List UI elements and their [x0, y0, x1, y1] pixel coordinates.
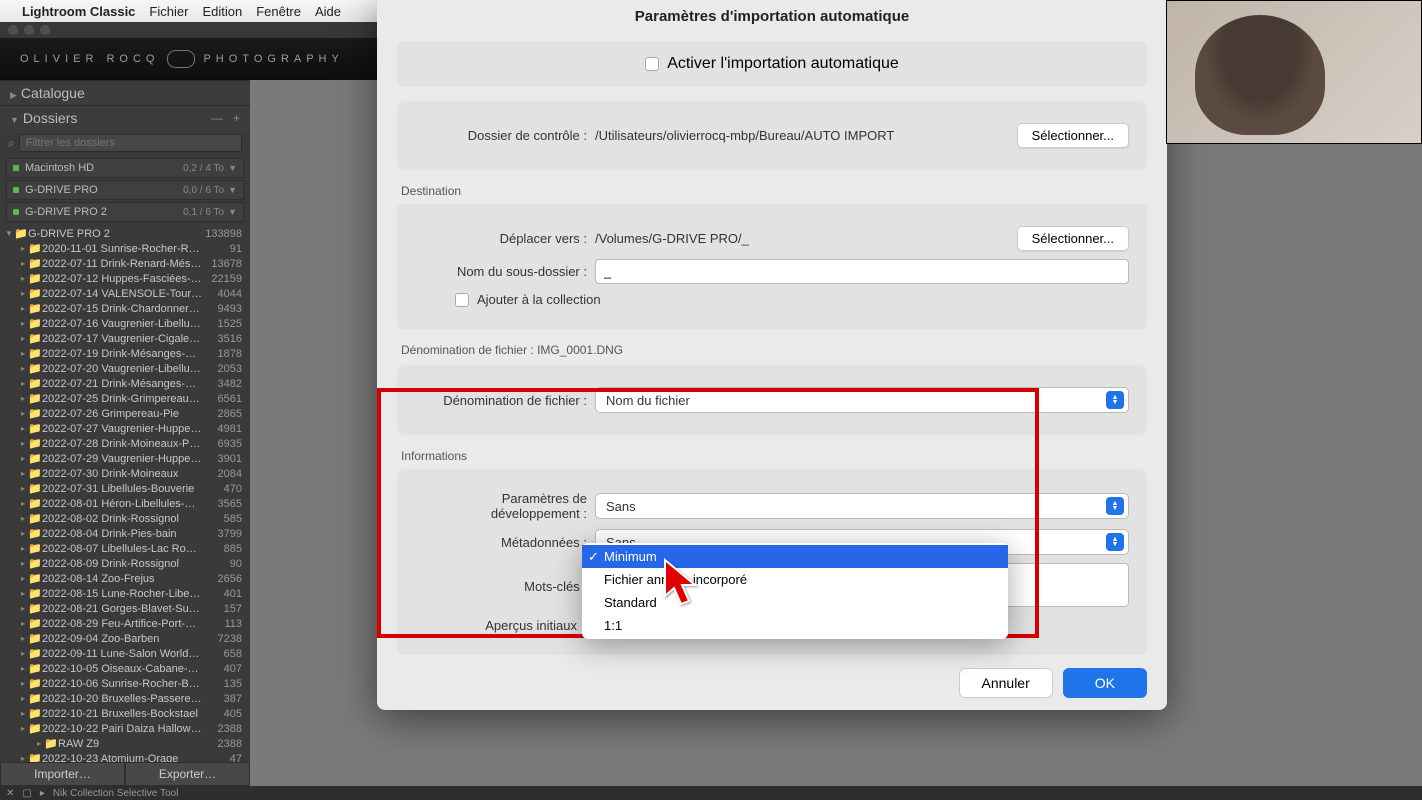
add-to-collection-label: Ajouter à la collection	[477, 292, 601, 307]
menu-help[interactable]: Aide	[315, 4, 341, 19]
folder-item[interactable]: ▸📁2022-09-04 Zoo-Barben7238	[0, 631, 250, 646]
folder-item[interactable]: ▸📁2022-07-16 Vaugrenier-Libellules1525	[0, 316, 250, 331]
search-icon: ⌕	[8, 136, 15, 151]
folder-item[interactable]: ▸📁2022-10-05 Oiseaux-Cabane-He…407	[0, 661, 250, 676]
add-to-collection-checkbox[interactable]	[455, 293, 469, 307]
watch-folder-label: Dossier de contrôle :	[415, 128, 595, 143]
watch-folder-path: /Utilisateurs/olivierrocq-mbp/Bureau/AUT…	[595, 128, 1017, 143]
folder-item[interactable]: ▸📁2022-07-25 Drink-Grimpereau-Pic…6561	[0, 391, 250, 406]
folder-item[interactable]: ▸📁2022-07-17 Vaugrenier-Cigales-…3516	[0, 331, 250, 346]
cancel-button[interactable]: Annuler	[959, 668, 1053, 698]
folder-item[interactable]: ▸📁2022-07-11 Drink-Renard-Mésan…13678	[0, 256, 250, 271]
dialog-title: Paramètres d'importation automatique	[377, 0, 1167, 33]
folder-item[interactable]: ▸📁2022-08-04 Drink-Pies-bain3799	[0, 526, 250, 541]
folder-item[interactable]: ▸📁2022-07-29 Vaugrenier-Huppes-…3901	[0, 451, 250, 466]
drive-macintosh[interactable]: Macintosh HD0,2 / 4 To▼	[6, 158, 244, 178]
folder-item[interactable]: ▸📁RAW Z92388	[0, 736, 250, 751]
subfolder-label: Nom du sous-dossier :	[415, 264, 595, 279]
menu-file[interactable]: Fichier	[149, 4, 188, 19]
folder-filter-input[interactable]	[19, 134, 242, 152]
folder-item[interactable]: ▸📁2022-07-14 VALENSOLE-Tourne…4044	[0, 286, 250, 301]
dropdown-option-minimum[interactable]: Minimum	[582, 545, 1008, 568]
folder-item[interactable]: ▸📁2022-07-28 Drink-Moineaux-Pic…6935	[0, 436, 250, 451]
folder-item[interactable]: ▸📁2022-08-21 Gorges-Blavet-Sunrise157	[0, 601, 250, 616]
drive-gdrive[interactable]: G-DRIVE PRO0,0 / 6 To▼	[6, 180, 244, 200]
information-header: Informations	[401, 449, 1147, 463]
folder-item[interactable]: ▸📁2022-10-06 Sunrise-Rocher-Bru…135	[0, 676, 250, 691]
folder-item[interactable]: ▸📁2020-11-01 Sunrise-Rocher-Roqu…91	[0, 241, 250, 256]
chevron-updown-icon: ▲▼	[1106, 391, 1124, 409]
folder-item[interactable]: ▸📁2022-07-27 Vaugrenier-Huppes-…4981	[0, 421, 250, 436]
file-naming-select[interactable]: Nom du fichier▲▼	[595, 387, 1129, 413]
folder-item[interactable]: ▸📁2022-07-30 Drink-Moineaux2084	[0, 466, 250, 481]
import-button[interactable]: Importer…	[0, 762, 125, 786]
move-to-path: /Volumes/G-DRIVE PRO/_	[595, 231, 1017, 246]
panel-catalogue[interactable]: ▶Catalogue	[0, 80, 250, 105]
folder-item[interactable]: ▸📁2022-07-26 Grimpereau-Pie2865	[0, 406, 250, 421]
expand-icon[interactable]: ▢	[22, 788, 31, 799]
initial-previews-label: Aperçus initiaux	[415, 618, 585, 633]
tutorial-cursor-icon	[662, 558, 706, 610]
folder-item[interactable]: ▸📁2022-08-07 Libellules-Lac Roqu…885	[0, 541, 250, 556]
folder-item[interactable]: ▸📁2022-07-31 Libellules-Bouverie470	[0, 481, 250, 496]
develop-settings-label: Paramètres de développement :	[415, 491, 595, 521]
traffic-max[interactable]	[40, 25, 50, 35]
choose-watch-folder-button[interactable]: Sélectionner...	[1017, 123, 1129, 148]
folder-item[interactable]: ▸📁2022-07-12 Huppes-Fasciées-Cig…22159	[0, 271, 250, 286]
folder-item[interactable]: ▸📁2022-10-22 Pairi Daiza Halloween2388	[0, 721, 250, 736]
ok-button[interactable]: OK	[1063, 668, 1147, 698]
destination-header: Destination	[401, 184, 1147, 198]
enable-auto-import-label: Activer l'importation automatique	[667, 55, 899, 73]
folder-item[interactable]: ▸📁2022-08-09 Drink-Rossignol90	[0, 556, 250, 571]
folder-item[interactable]: ▸📁2022-07-19 Drink-Mésanges-Ro…1878	[0, 346, 250, 361]
drive-gdrive2[interactable]: G-DRIVE PRO 20,1 / 6 To▼	[6, 202, 244, 222]
initial-previews-dropdown[interactable]: Minimum Fichier annexe incorporé Standar…	[582, 543, 1008, 639]
menu-window[interactable]: Fenêtre	[256, 4, 301, 19]
folder-item[interactable]: ▸📁2022-09-11 Lune-Salon World O…658	[0, 646, 250, 661]
develop-settings-select[interactable]: Sans▲▼	[595, 493, 1129, 519]
traffic-close[interactable]	[8, 25, 18, 35]
file-naming-header: Dénomination de fichier : IMG_0001.DNG	[401, 343, 1147, 357]
dropdown-option-embedded[interactable]: Fichier annexe incorporé	[582, 568, 1008, 591]
folder-item[interactable]: ▸📁2022-07-20 Vaugrenier-Libellule…2053	[0, 361, 250, 376]
close-icon[interactable]: ✕	[6, 788, 14, 799]
folder-item[interactable]: ▸📁2022-10-21 Bruxelles-Bockstael405	[0, 706, 250, 721]
panel-dossiers[interactable]: ▼Dossiers — +	[0, 105, 250, 130]
folder-item[interactable]: ▸📁2022-08-02 Drink-Rossignol585	[0, 511, 250, 526]
webcam-overlay	[1166, 0, 1422, 144]
traffic-min[interactable]	[24, 25, 34, 35]
status-bar: ✕ ▢ ▸ Nik Collection Selective Tool	[0, 786, 1422, 800]
keywords-label: Mots-clés :	[415, 579, 595, 594]
file-naming-label: Dénomination de fichier :	[415, 393, 595, 408]
left-panel: ▶Catalogue ▼Dossiers — + ⌕ Macintosh HD0…	[0, 80, 250, 786]
dropdown-option-standard[interactable]: Standard	[582, 591, 1008, 614]
folder-root[interactable]: ▼📁G-DRIVE PRO 2133898	[0, 226, 250, 241]
metadata-label: Métadonnées :	[415, 535, 595, 550]
folder-item[interactable]: ▸📁2022-08-15 Lune-Rocher-Libellu…401	[0, 586, 250, 601]
move-to-label: Déplacer vers :	[415, 231, 595, 246]
chevron-updown-icon: ▲▼	[1106, 497, 1124, 515]
statusbar-tool-label: Nik Collection Selective Tool	[53, 788, 178, 799]
subfolder-input[interactable]	[595, 259, 1129, 284]
choose-destination-button[interactable]: Sélectionner...	[1017, 226, 1129, 251]
folder-item[interactable]: ▸📁2022-08-14 Zoo-Frejus2656	[0, 571, 250, 586]
enable-auto-import-checkbox[interactable]	[645, 57, 659, 71]
chevron-updown-icon: ▲▼	[1106, 533, 1124, 551]
dropdown-option-1-1[interactable]: 1:1	[582, 614, 1008, 637]
folder-item[interactable]: ▸📁2022-08-29 Feu-Artifice-Port-Fr…113	[0, 616, 250, 631]
folder-item[interactable]: ▸📁2022-08-01 Héron-Libellules-Pa…3565	[0, 496, 250, 511]
folder-tree: ▼📁G-DRIVE PRO 2133898 ▸📁2020-11-01 Sunri…	[0, 224, 250, 768]
brand-logo: OLIVIER ROCQ PHOTOGRAPHY	[20, 50, 344, 68]
folder-item[interactable]: ▸📁2022-10-20 Bruxelles-Passerelle…387	[0, 691, 250, 706]
export-button[interactable]: Exporter…	[125, 762, 250, 786]
app-menu[interactable]: Lightroom Classic	[22, 4, 135, 19]
folder-item[interactable]: ▸📁2022-07-15 Drink-Chardonneret…9493	[0, 301, 250, 316]
menu-edit[interactable]: Edition	[202, 4, 242, 19]
folder-item[interactable]: ▸📁2022-07-21 Drink-Mésanges-Pic…3482	[0, 376, 250, 391]
